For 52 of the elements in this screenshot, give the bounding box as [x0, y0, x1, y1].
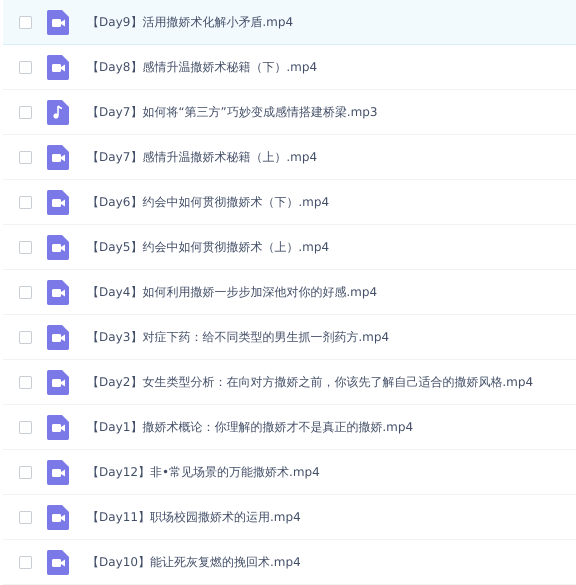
- video-file-icon: [47, 414, 69, 440]
- checkbox[interactable]: [19, 510, 32, 524]
- checkbox[interactable]: [19, 420, 32, 434]
- checkbox[interactable]: [19, 150, 32, 164]
- video-file-icon: [47, 190, 69, 214]
- audio-file-icon: [47, 100, 69, 124]
- file-name: 【Day10】能让死灰复燃的挽回术.mp4: [87, 554, 301, 570]
- video-file-icon: [47, 234, 69, 260]
- file-name: 【Day8】感情升温撒娇术秘籍（下）.mp4: [87, 58, 318, 76]
- file-row[interactable]: 【Day4】如何利用撒娇一步步加深他对你的好感.mp4: [3, 270, 576, 315]
- checkbox[interactable]: [19, 240, 32, 254]
- checkbox[interactable]: [19, 376, 32, 388]
- video-file-icon: [47, 10, 69, 34]
- file-row[interactable]: 【Day1】撒娇术概论：你理解的撒娇才不是真正的撒娇.mp4: [3, 405, 576, 450]
- file-name: 【Day7】感情升温撒娇术秘籍（上）.mp4: [87, 148, 318, 166]
- checkbox[interactable]: [19, 556, 32, 568]
- file-name: 【Day12】非•常见场景的万能撒娇术.mp4: [87, 464, 320, 480]
- video-file-icon: [47, 370, 69, 394]
- checkbox[interactable]: [19, 196, 32, 208]
- file-name: 【Day4】如何利用撒娇一步步加深他对你的好感.mp4: [87, 284, 378, 300]
- file-name: 【Day7】如何将“第三方”巧妙变成感情搭建桥梁.mp3: [87, 104, 378, 120]
- file-row[interactable]: 【Day11】职场校园撒娇术的运用.mp4: [3, 495, 576, 540]
- video-file-icon: [47, 280, 69, 304]
- checkbox[interactable]: [19, 106, 32, 118]
- file-row[interactable]: 【Day2】女生类型分析：在向对方撒娇之前，你该先了解自己适合的撒娇风格.mp4: [3, 360, 576, 405]
- file-row[interactable]: 【Day6】约会中如何贯彻撒娇术（下）.mp4: [3, 180, 576, 225]
- checkbox[interactable]: [19, 466, 32, 478]
- file-name: 【Day5】约会中如何贯彻撒娇术（上）.mp4: [87, 238, 330, 256]
- file-row[interactable]: 【Day7】如何将“第三方”巧妙变成感情搭建桥梁.mp3: [3, 90, 576, 135]
- video-file-icon: [47, 54, 69, 80]
- file-name: 【Day6】约会中如何贯彻撒娇术（下）.mp4: [87, 194, 330, 210]
- file-row[interactable]: 【Day7】感情升温撒娇术秘籍（上）.mp4: [3, 135, 576, 180]
- file-row[interactable]: 【Day3】对症下药：给不同类型的男生抓一剂药方.mp4: [3, 315, 576, 360]
- video-file-icon: [47, 460, 69, 484]
- file-name: 【Day3】对症下药：给不同类型的男生抓一剂药方.mp4: [87, 328, 390, 346]
- checkbox[interactable]: [19, 286, 32, 298]
- checkbox[interactable]: [19, 16, 32, 28]
- file-row[interactable]: 【Day8】感情升温撒娇术秘籍（下）.mp4: [3, 45, 576, 90]
- video-file-icon: [47, 550, 69, 574]
- checkbox[interactable]: [19, 60, 32, 74]
- checkbox[interactable]: [19, 330, 32, 344]
- file-row[interactable]: 【Day9】活用撒娇术化解小矛盾.mp4: [3, 0, 576, 45]
- file-name: 【Day1】撒娇术概论：你理解的撒娇才不是真正的撒娇.mp4: [87, 418, 414, 436]
- video-file-icon: [47, 324, 69, 350]
- video-file-icon: [47, 504, 69, 530]
- video-file-icon: [47, 144, 69, 170]
- file-name: 【Day2】女生类型分析：在向对方撒娇之前，你该先了解自己适合的撒娇风格.mp4: [87, 374, 534, 390]
- file-row[interactable]: 【Day12】非•常见场景的万能撒娇术.mp4: [3, 450, 576, 495]
- file-name: 【Day9】活用撒娇术化解小矛盾.mp4: [87, 14, 294, 30]
- file-row[interactable]: 【Day10】能让死灰复燃的挽回术.mp4: [3, 540, 576, 585]
- file-row[interactable]: 【Day5】约会中如何贯彻撒娇术（上）.mp4: [3, 225, 576, 270]
- file-name: 【Day11】职场校园撒娇术的运用.mp4: [87, 508, 301, 526]
